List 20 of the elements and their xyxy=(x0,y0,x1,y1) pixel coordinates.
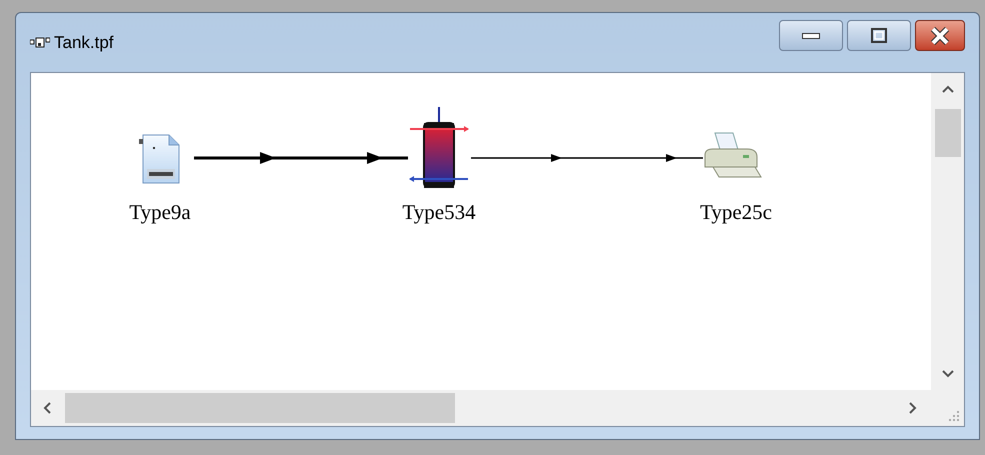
node-label: Type25c xyxy=(700,199,772,226)
close-button[interactable] xyxy=(915,20,965,51)
maximize-button[interactable] xyxy=(847,20,911,51)
window-title: Tank.tpf xyxy=(54,32,114,54)
horizontal-scrollbar[interactable] xyxy=(31,390,931,426)
diagram-icon xyxy=(30,36,50,48)
node-label: Type534 xyxy=(402,199,476,226)
scroll-right-icon[interactable] xyxy=(909,402,917,414)
scroll-up-icon[interactable] xyxy=(942,85,954,93)
scrollbar-thumb[interactable] xyxy=(65,393,455,423)
scroll-down-icon[interactable] xyxy=(942,370,954,378)
resize-grip-icon[interactable] xyxy=(948,410,960,422)
scrollbar-thumb[interactable] xyxy=(934,109,960,157)
vertical-scrollbar[interactable] xyxy=(931,73,964,390)
close-icon xyxy=(930,26,950,44)
minimize-icon xyxy=(802,32,820,38)
scroll-left-icon[interactable] xyxy=(43,402,51,414)
node-label: Type9a xyxy=(129,199,191,226)
maximize-icon xyxy=(871,28,887,43)
minimize-button[interactable] xyxy=(779,20,843,51)
